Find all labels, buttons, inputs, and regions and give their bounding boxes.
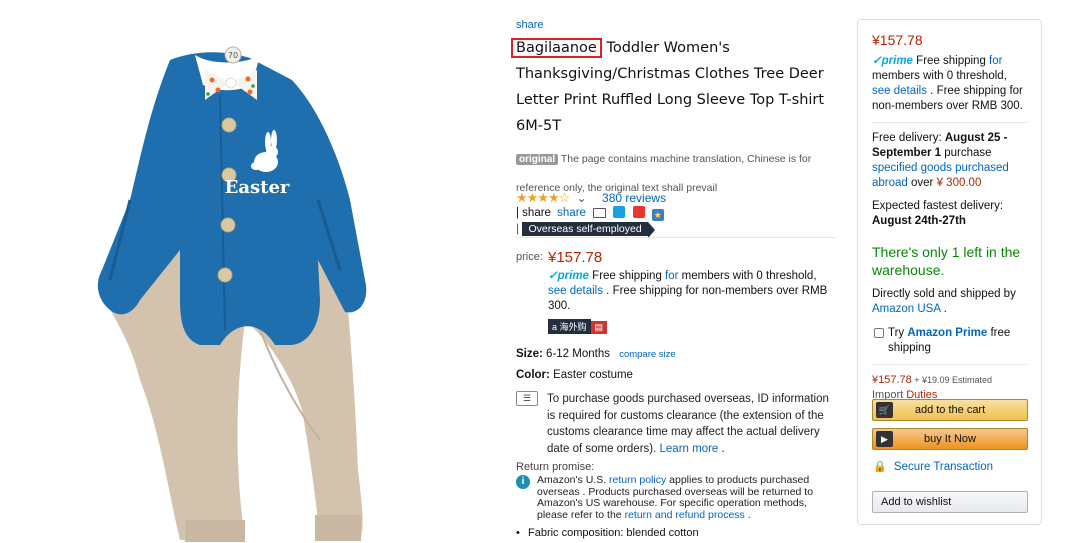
play-icon: ▶ xyxy=(876,431,893,447)
size-row: Size: 6-12 Months compare size xyxy=(516,348,676,360)
shipping-for-link[interactable]: for xyxy=(989,55,1002,67)
price-shipping: ✓prime Free shipping for members with 0 … xyxy=(548,270,828,312)
return-promise-text: Amazon's U.S. return policy applies to p… xyxy=(537,474,814,521)
buybox-price: ¥157.78 xyxy=(872,32,923,48)
overseas-self-employed-badge: Overseas self-employed xyxy=(522,222,655,238)
buybox-shipping: ✓prime Free shipping for members with 0 … xyxy=(872,55,1023,112)
compare-size-link[interactable]: compare size xyxy=(619,349,676,360)
price-value: ¥157.78 xyxy=(548,249,603,266)
translation-text: The page contains machine translation, C… xyxy=(516,153,812,194)
email-icon[interactable] xyxy=(593,208,607,218)
secure-transaction-link[interactable]: Secure Transaction xyxy=(894,461,993,473)
return-policy-link[interactable]: return policy xyxy=(609,474,666,486)
product-title: Bagilaanoe Toddler Women's Thanksgiving/… xyxy=(511,35,836,139)
divider xyxy=(872,122,1027,123)
overseas-purchase-tag: a 海外购 ▤ xyxy=(548,319,608,334)
fastest-delivery-label: Expected fastest delivery: xyxy=(872,200,1004,212)
product-image[interactable]: 70 Easter xyxy=(20,0,490,543)
cart-icon: 🛒 xyxy=(876,402,893,418)
original-badge[interactable]: original xyxy=(516,154,559,165)
share-link-top[interactable]: share xyxy=(516,19,544,31)
color-value[interactable]: Easter costume xyxy=(553,369,633,381)
stock-status: There's only 1 left in the warehouse. xyxy=(872,244,1021,278)
divider xyxy=(516,237,836,238)
add-to-wishlist-label: Add to wishlist xyxy=(881,496,952,508)
return-process-link[interactable]: return and refund process xyxy=(625,509,745,521)
add-to-wishlist-button[interactable]: Add to wishlist xyxy=(872,491,1028,513)
fastest-delivery-dates: August 24th-27th xyxy=(872,215,966,227)
return-promise-label: Return promise: xyxy=(516,461,595,473)
id-card-icon: ☰ xyxy=(516,391,538,406)
share-row: | share share ★ xyxy=(516,206,664,221)
price-label: price: xyxy=(516,251,543,263)
seller-divider: | xyxy=(516,221,520,235)
reviews-link[interactable]: 380 reviews xyxy=(602,191,666,205)
easter-print-text: Easter xyxy=(225,177,290,198)
prime-logo: ✓prime xyxy=(872,55,913,67)
share-link[interactable]: share xyxy=(557,207,586,219)
rating-row: ★★★★☆ ⌄ 380 reviews xyxy=(516,190,666,206)
size-value[interactable]: 6-12 Months xyxy=(546,348,610,360)
seller-type-row: | Overseas self-employed xyxy=(516,221,655,238)
weibo-icon[interactable] xyxy=(632,206,645,218)
us-flag-icon: ▤ xyxy=(590,321,608,334)
info-icon: i xyxy=(516,475,530,489)
customs-notice: To purchase goods purchased overseas, ID… xyxy=(547,393,829,455)
amazon-usa-link[interactable]: Amazon USA xyxy=(872,303,940,315)
svg-text:70: 70 xyxy=(228,51,238,60)
rating-stars[interactable]: ★★★★☆ xyxy=(516,190,570,205)
buy-now-button[interactable]: ▶ buy It Now xyxy=(872,428,1028,450)
learn-more-link[interactable]: Learn more xyxy=(660,443,719,455)
chevron-down-icon[interactable]: ⌄ xyxy=(577,191,587,205)
see-details-link[interactable]: see details xyxy=(872,85,927,97)
qq-icon[interactable] xyxy=(613,206,626,218)
add-to-cart-label: add to the cart xyxy=(914,404,986,416)
secure-transaction[interactable]: 🔒 Secure Transaction xyxy=(873,460,993,473)
feature-item: Fabric composition: blended cotton xyxy=(516,527,699,539)
sold-by-info: Directly sold and shipped by Amazon USA … xyxy=(872,288,1016,315)
free-delivery-info: Free delivery: August 25 - September 1 p… xyxy=(872,132,1009,189)
divider xyxy=(872,364,1027,365)
star-icon[interactable]: ★ xyxy=(651,209,664,221)
try-prime-checkbox[interactable] xyxy=(874,328,884,338)
buy-now-label: buy It Now xyxy=(924,433,976,445)
lock-icon: 🔒 xyxy=(873,461,887,473)
feature-list: Fabric composition: blended cotton xyxy=(516,527,699,539)
brand-link[interactable]: Bagilaanoe xyxy=(511,38,602,58)
amazon-prime-link[interactable]: Amazon Prime xyxy=(907,327,987,339)
share-label: | share xyxy=(516,207,551,219)
prime-logo: ✓prime xyxy=(548,270,589,282)
see-details-link[interactable]: see details xyxy=(548,285,603,297)
shipping-for-link[interactable]: for xyxy=(665,270,678,282)
color-row: Color: Easter costume xyxy=(516,369,633,381)
try-prime-option: Try Amazon Prime free shipping xyxy=(872,326,1027,356)
add-to-cart-button[interactable]: 🛒 add to the cart xyxy=(872,399,1028,421)
